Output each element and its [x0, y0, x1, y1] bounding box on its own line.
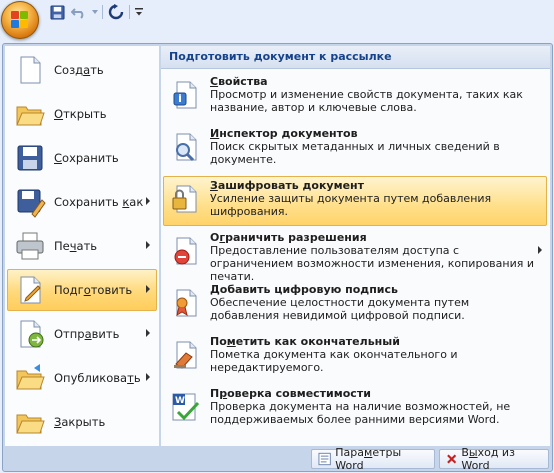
- submenu-arrow-icon: [146, 285, 150, 293]
- submenu-item-description: Обеспечение целостности документа путем …: [210, 296, 470, 322]
- menu-item-save-as[interactable]: Сохранить как: [7, 181, 157, 223]
- submenu-item-title: Свойства: [210, 75, 268, 88]
- menu-item-label: Сохранить: [54, 151, 119, 165]
- submenu-item-description: Усиление защиты документа путем добавлен…: [210, 192, 492, 218]
- submenu-item-title: Ограничить разрешения: [210, 231, 367, 244]
- submenu-arrow-icon: [146, 373, 150, 381]
- menu-item-label: Сохранить как: [54, 195, 144, 209]
- submenu-item-compat[interactable]: W Проверка совместимости Проверка документ…: [163, 384, 547, 434]
- submenu-header: Подготовить документ к рассылке: [161, 46, 550, 69]
- prepare-document-icon: [14, 274, 46, 306]
- undo-icon: [71, 8, 84, 19]
- open-folder-icon: [14, 98, 46, 130]
- exit-x-icon: [447, 454, 457, 464]
- menu-item-label: Открыть: [54, 107, 107, 121]
- save-qat-button[interactable]: [48, 3, 66, 21]
- menu-item-print[interactable]: Печать: [7, 225, 157, 267]
- office-menu-footer: Параметры Word Выход из Word: [5, 446, 550, 472]
- properties-icon: [170, 79, 202, 111]
- submenu-item-signature[interactable]: Добавить цифровую подпись Обеспечение цел…: [163, 280, 547, 330]
- repeat-qat-button[interactable]: [107, 3, 125, 21]
- menu-item-label: Создать: [54, 63, 104, 77]
- submenu-item-description: Предоставление пользователям доступа с о…: [210, 244, 534, 283]
- customize-qat-button[interactable]: [134, 3, 144, 21]
- compatibility-check-icon: W: [170, 391, 202, 423]
- menu-item-open[interactable]: Открыть: [7, 93, 157, 135]
- menu-item-create[interactable]: Создать: [7, 49, 157, 91]
- digital-signature-icon: [170, 287, 202, 319]
- send-icon: [14, 318, 46, 350]
- submenu-item-title: Проверка совместимости: [210, 387, 371, 400]
- menu-item-send[interactable]: Отправить: [7, 313, 157, 355]
- encrypt-lock-icon: [170, 183, 202, 215]
- close-document-icon: [14, 406, 46, 438]
- floppy-icon: [49, 4, 65, 20]
- menu-item-label: Печать: [54, 239, 98, 253]
- menu-item-label: Опубликовать: [54, 371, 141, 385]
- repeat-icon: [108, 4, 124, 20]
- menu-item-close[interactable]: Закрыть: [7, 401, 157, 443]
- submenu-arrow-icon: [146, 329, 150, 337]
- submenu-arrow-icon: [146, 241, 150, 249]
- menu-item-label: Отправить: [54, 327, 120, 341]
- prepare-submenu: Подготовить документ к рассылке Свойства…: [161, 46, 550, 446]
- submenu-item-description: Проверка документа на наличие возможност…: [210, 400, 511, 426]
- submenu-item-final[interactable]: Пометить как окончательный Пометка докуме…: [163, 332, 547, 382]
- menu-item-publish[interactable]: Опубликовать: [7, 357, 157, 399]
- customize-dropdown-icon: [135, 8, 143, 16]
- submenu-item-description: Пометка документа как окончательного и н…: [210, 348, 458, 374]
- word-options-icon: [318, 452, 331, 466]
- exit-word-label: Выход из Word: [461, 446, 515, 472]
- printer-icon: [14, 230, 46, 262]
- submenu-item-title: Инспектор документов: [210, 127, 358, 140]
- menu-item-save[interactable]: Сохранить: [7, 137, 157, 179]
- new-document-icon: [14, 54, 46, 86]
- word-options-label: Параметры Word: [335, 446, 402, 472]
- submenu-arrow-icon: [538, 246, 542, 254]
- floppy-disk-icon: [14, 142, 46, 174]
- menu-item-prepare[interactable]: Подготовить: [7, 269, 157, 311]
- menu-item-label: Подготовить: [54, 283, 133, 297]
- svg-text:W: W: [175, 396, 185, 406]
- word-window: Создать Открыть Сохранить Сохранить как Печа…: [0, 0, 554, 473]
- word-options-button[interactable]: Параметры Word: [311, 446, 435, 472]
- publish-folder-icon: [14, 362, 46, 394]
- submenu-item-title: Пометить как окончательный: [210, 335, 400, 348]
- submenu-item-description: Просмотр и изменение свойств документа, …: [210, 88, 523, 114]
- submenu-item-properties[interactable]: Свойства Просмотр и изменение свойств док…: [163, 72, 547, 122]
- restrict-permission-icon: [170, 235, 202, 267]
- mark-final-icon: [170, 339, 202, 371]
- qat-separator: [129, 5, 130, 19]
- menu-item-label: Закрыть: [54, 415, 106, 429]
- document-inspector-icon: [170, 131, 202, 163]
- office-menu: Создать Открыть Сохранить Сохранить как Печа…: [2, 43, 553, 472]
- submenu-item-description: Поиск скрытых метаданных и личных сведен…: [210, 140, 500, 166]
- submenu-item-inspector[interactable]: Инспектор документов Поиск скрытых метада…: [163, 124, 547, 174]
- qat-separator: [102, 5, 103, 19]
- submenu-arrow-icon: [146, 197, 150, 205]
- submenu-item-title: Зашифровать документ: [210, 179, 365, 192]
- submenu-item-encrypt[interactable]: Зашифровать документ Усиление защиты доку…: [163, 176, 547, 226]
- undo-qat-button[interactable]: [70, 3, 88, 21]
- office-menu-commands: Создать Открыть Сохранить Сохранить как Печа…: [5, 46, 160, 446]
- undo-dropdown-icon[interactable]: [92, 3, 98, 21]
- submenu-item-restrict[interactable]: Ограничить разрешения Предоставление поль…: [163, 228, 547, 283]
- office-logo-icon: [11, 11, 29, 29]
- quick-access-toolbar: [48, 2, 144, 22]
- office-button[interactable]: [1, 1, 39, 39]
- exit-word-button[interactable]: Выход из Word: [439, 446, 549, 472]
- submenu-item-title: Добавить цифровую подпись: [210, 283, 398, 296]
- save-as-icon: [14, 186, 46, 218]
